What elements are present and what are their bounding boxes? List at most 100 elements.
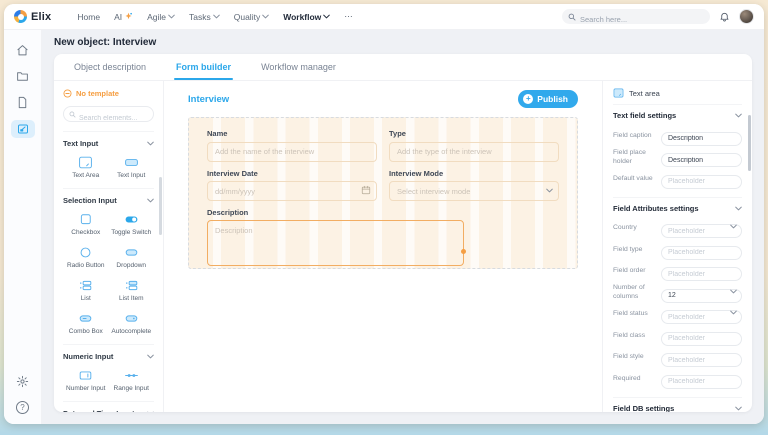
chevron-down-icon [735, 406, 742, 411]
range-input-icon [124, 369, 139, 382]
form-field-interview-mode[interactable]: Interview Mode [389, 169, 559, 202]
section-header[interactable]: Field Attributes settings [613, 204, 742, 213]
element-checkbox[interactable]: Checkbox [63, 213, 109, 236]
element-text-area[interactable]: Text Area [63, 156, 109, 179]
form-field-type[interactable]: Type [389, 129, 559, 162]
field-attributes-section: Field Attributes settings Country Field … [613, 204, 742, 398]
rail-projects-button[interactable] [16, 70, 29, 83]
elements-scrollbar[interactable] [159, 177, 162, 235]
rail-documents-button[interactable] [16, 96, 29, 109]
nav-tasks[interactable]: Tasks [189, 12, 220, 22]
rail-home-button[interactable] [16, 44, 29, 57]
section-header[interactable]: Numeric Input [63, 352, 154, 361]
setting-row-default-value: Default value [613, 170, 742, 189]
main-nav: Home AI Agile Tasks Quality Workflow ⋯ [77, 11, 352, 22]
elix-logo-icon [14, 10, 27, 23]
name-input[interactable] [207, 142, 377, 162]
tab-form-builder[interactable]: Form builder [174, 56, 233, 80]
interview-date-input[interactable] [207, 181, 377, 201]
gear-icon [16, 375, 29, 388]
form-field-name[interactable]: Name [207, 129, 377, 162]
element-dropdown[interactable]: Dropdown [109, 246, 155, 269]
form-title: Interview [188, 94, 229, 105]
chevron-down-icon [147, 354, 154, 359]
element-number-input[interactable]: Number Input [63, 369, 109, 392]
home-icon [16, 44, 29, 57]
form-field-interview-date[interactable]: Interview Date [207, 169, 377, 202]
chevron-down-icon [262, 14, 269, 19]
settings-scrollbar[interactable] [748, 115, 751, 171]
chevron-down-icon [546, 188, 553, 193]
nav-workflow[interactable]: Workflow [283, 12, 330, 22]
global-search-input[interactable] [562, 12, 710, 27]
element-autocomplete[interactable]: Autocomplete [109, 312, 155, 335]
element-list-item[interactable]: List Item [109, 279, 155, 302]
element-range-input[interactable]: Range Input [109, 369, 155, 392]
document-icon [16, 96, 29, 109]
radio-button-icon [78, 246, 93, 259]
tab-workflow-manager[interactable]: Workflow manager [259, 56, 338, 80]
publish-button[interactable]: + Publish [518, 90, 578, 108]
resize-handle[interactable] [461, 249, 466, 254]
text-area-icon [613, 88, 624, 98]
section-date-time-input: Date and Time Input Date Picker [63, 401, 154, 412]
text-area-icon [78, 156, 93, 169]
element-text-input[interactable]: Text Input [109, 156, 155, 179]
chevron-down-icon [147, 141, 154, 146]
field-settings-panel: Text area Text field settings Field capt… [602, 81, 752, 412]
chevron-down-icon [147, 198, 154, 203]
notifications-button[interactable] [719, 11, 730, 22]
setting-row-field-caption: Field caption [613, 127, 742, 146]
section-header[interactable]: Text field settings [613, 111, 742, 120]
section-header[interactable]: Field DB settings [613, 404, 742, 413]
required-input[interactable] [661, 375, 742, 389]
topbar-right [562, 9, 754, 24]
field-class-input[interactable] [661, 332, 742, 346]
field-style-input[interactable] [661, 353, 742, 367]
number-input-icon [78, 369, 93, 382]
section-header[interactable]: Date and Time Input [63, 409, 154, 412]
form-builder-icon [17, 123, 29, 135]
nav-ai[interactable]: AI [114, 12, 133, 22]
folder-icon [16, 70, 29, 83]
tabbar: Object description Form builder Workflow… [54, 54, 752, 81]
section-header[interactable]: Selection Input [63, 196, 154, 205]
description-textarea[interactable] [207, 220, 464, 266]
field-order-input[interactable] [661, 267, 742, 281]
setting-row-field-order: Field order [613, 263, 742, 282]
rail-settings-button[interactable] [16, 375, 29, 388]
elements-search-input[interactable] [64, 112, 153, 126]
icon-rail: ? [4, 30, 42, 424]
field-placeholder-input[interactable] [661, 153, 742, 167]
nav-home[interactable]: Home [77, 12, 100, 22]
elix-logo[interactable]: Elix [14, 10, 51, 23]
field-caption-input[interactable] [661, 132, 742, 146]
chevron-down-icon [735, 206, 742, 211]
nav-agile[interactable]: Agile [147, 12, 175, 22]
form-canvas-grid[interactable]: Name Type Interview Date [188, 117, 578, 269]
help-icon[interactable]: ? [16, 401, 29, 414]
text-input-icon [124, 156, 139, 169]
element-toggle-switch[interactable]: Toggle Switch [109, 213, 155, 236]
element-radio-button[interactable]: Radio Button [63, 246, 109, 269]
default-value-input[interactable] [661, 175, 742, 189]
type-input[interactable] [389, 142, 559, 162]
nav-quality[interactable]: Quality [234, 12, 269, 22]
tab-object-description[interactable]: Object description [72, 56, 148, 80]
element-combo-box[interactable]: Combo Box [63, 312, 109, 335]
combo-box-icon [78, 312, 93, 325]
form-field-description[interactable]: Description [207, 208, 559, 271]
main-card: Object description Form builder Workflow… [54, 54, 752, 412]
interview-mode-select[interactable] [389, 181, 559, 201]
topbar: Elix Home AI Agile Tasks Quality Workflo… [4, 4, 764, 30]
autocomplete-icon [124, 312, 139, 325]
nav-more[interactable]: ⋯ [344, 11, 353, 22]
setting-row-field-style: Field style [613, 349, 742, 368]
rail-form-builder-button[interactable] [11, 120, 35, 138]
elements-search[interactable] [63, 106, 154, 122]
user-avatar[interactable] [739, 9, 754, 24]
global-search[interactable] [562, 9, 710, 24]
section-header[interactable]: Text Input [63, 139, 154, 148]
field-type-input[interactable] [661, 246, 742, 260]
element-list[interactable]: List [63, 279, 109, 302]
